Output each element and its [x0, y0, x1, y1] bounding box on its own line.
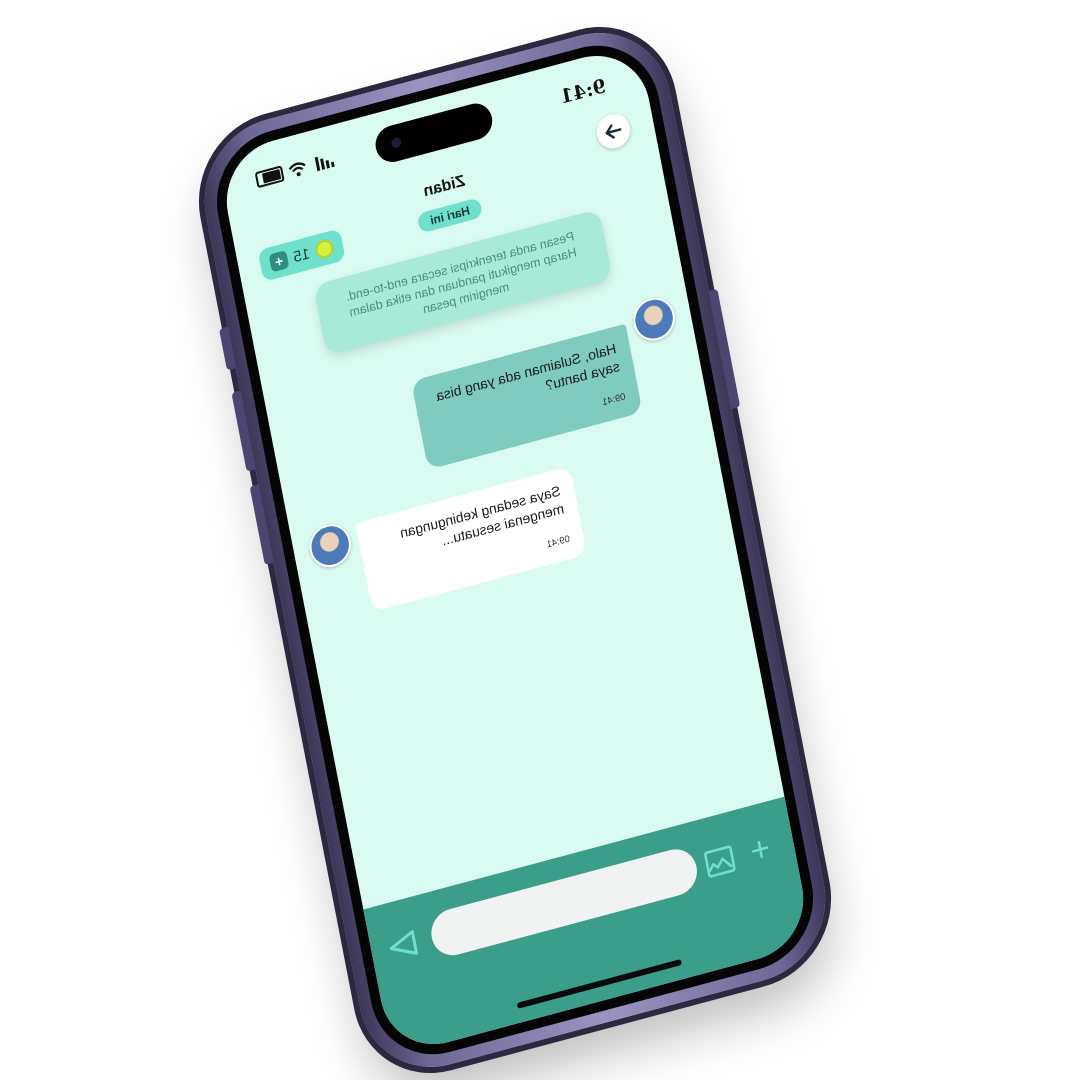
battery-icon [254, 165, 285, 189]
avatar[interactable] [305, 519, 355, 572]
message-time: 09:41 [545, 533, 571, 551]
message-bubble-incoming[interactable]: Saya sedang kebingungan mengenai sesuatu… [355, 465, 588, 612]
message-composer: + [363, 796, 814, 1058]
add-attachment-button[interactable]: + [742, 828, 779, 871]
signal-icon [311, 153, 335, 172]
coin-add-button[interactable]: + [268, 250, 290, 273]
volume-up-button [231, 390, 256, 472]
date-badge: Hari ini [416, 197, 484, 234]
status-icons [254, 152, 335, 189]
message-bubble-outgoing[interactable]: Halo, Sulaiman ada yang bisa saya bantu?… [411, 323, 643, 470]
composer-row: + [368, 818, 799, 980]
phone-bezel: 9:41 Zidan Hari ini 15 + Pesan anda tere… [205, 30, 825, 1070]
avatar[interactable] [629, 293, 679, 346]
send-icon [389, 930, 419, 955]
image-button[interactable] [701, 842, 738, 882]
chat-screen: 9:41 Zidan Hari ini 15 + Pesan anda tere… [216, 42, 814, 1058]
image-icon [704, 845, 736, 878]
phone-frame: 9:41 Zidan Hari ini 15 + Pesan anda tere… [191, 15, 839, 1080]
silent-switch [219, 326, 236, 371]
message-text: Halo, Sulaiman ada yang bisa saya bantu? [434, 340, 621, 404]
mirrored-content: 9:41 Zidan Hari ini 15 + Pesan anda tere… [217, 43, 814, 1058]
message-time: 09:41 [601, 391, 627, 409]
stage: 9:41 Zidan Hari ini 15 + Pesan anda tere… [0, 0, 1080, 1080]
volume-down-button [249, 484, 274, 566]
wifi-icon [288, 160, 308, 178]
message-input[interactable] [427, 844, 701, 961]
status-time: 9:41 [558, 74, 608, 109]
coin-icon [313, 237, 335, 261]
send-button[interactable] [384, 924, 423, 966]
coin-count: 15 [291, 244, 312, 266]
home-indicator [516, 959, 683, 1009]
